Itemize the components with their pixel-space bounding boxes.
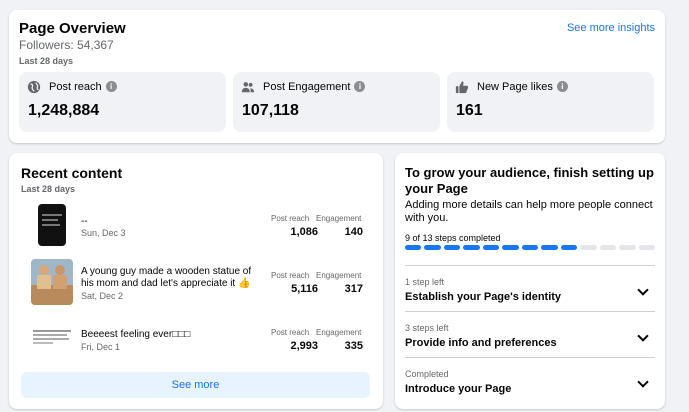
progress-segment-complete	[424, 245, 441, 250]
stat-new-page-likes[interactable]: New Page likes i 161	[447, 72, 654, 132]
post-title: Beeeest feeling ever□□□	[81, 329, 191, 340]
see-more-insights-link[interactable]: See more insights	[567, 22, 655, 34]
post-thumbnail[interactable]	[31, 316, 73, 362]
post-date: Sat, Dec 2	[81, 291, 124, 301]
step-provide-info[interactable]: 3 steps left Provide info and preference…	[405, 311, 655, 357]
post-title: A young guy made a wooden statue of his …	[81, 266, 252, 289]
progress-segment-complete	[443, 245, 461, 250]
progress-segment-complete	[521, 245, 539, 250]
setup-title: To grow your audience, finish setting up…	[405, 165, 654, 196]
engagement-label: Engagement	[316, 328, 362, 337]
people-icon	[241, 82, 255, 93]
stat-value: 107,118	[242, 102, 299, 119]
post-reach-value: 2,993	[290, 340, 318, 352]
progress-segment-complete	[541, 245, 558, 250]
engagement-value: 140	[344, 226, 363, 238]
post-date: Sun, Dec 3	[81, 228, 126, 238]
step-name: Introduce your Page	[405, 383, 512, 395]
phone-screenshot-image	[38, 204, 66, 246]
page-overview-card: Page Overview Followers: 54,367 Last 28 …	[9, 10, 665, 143]
setup-subtitle: Adding more details can help more people…	[405, 199, 653, 224]
info-icon[interactable]: i	[556, 81, 568, 92]
post-item[interactable]: Beeeest feeling ever□□□ Fri, Dec 1 Post …	[31, 316, 371, 364]
progress-segment-complete	[405, 245, 422, 250]
engagement-label: Engagement	[316, 214, 362, 223]
post-item[interactable]: -- Sun, Dec 3 Post reach 1,086 Engagemen…	[31, 202, 371, 250]
chevron-down-icon[interactable]	[637, 330, 649, 342]
step-status: Completed	[405, 369, 449, 379]
step-introduce-page[interactable]: Completed Introduce your Page	[405, 357, 655, 403]
post-reach-label: Post reach	[271, 328, 310, 337]
post-reach-value: 1,086	[290, 226, 318, 238]
page-setup-card: To grow your audience, finish setting up…	[395, 153, 665, 409]
followers-count: Followers: 54,367	[19, 38, 114, 52]
text-post-image	[33, 330, 71, 332]
step-name: Provide info and preferences	[405, 337, 557, 349]
overview-period: Last 28 days	[19, 56, 74, 66]
step-establish-identity[interactable]: 1 step left Establish your Page's identi…	[405, 265, 655, 311]
engagement-value: 317	[344, 283, 363, 295]
stat-label: New Page likes	[477, 81, 553, 93]
recent-content-period: Last 28 days	[21, 184, 76, 194]
stat-value: 161	[456, 102, 483, 119]
post-thumbnail[interactable]	[31, 202, 73, 248]
stat-label: Post Engagement	[263, 81, 351, 93]
progress-segment-complete	[482, 245, 500, 250]
page-overview-title: Page Overview	[19, 20, 126, 37]
thumbs-up-icon	[455, 81, 469, 94]
post-thumbnail[interactable]	[31, 259, 73, 305]
stat-label: Post reach	[49, 81, 102, 93]
post-title: --	[81, 216, 88, 227]
stat-post-engagement[interactable]: Post Engagement i 107,118	[233, 72, 440, 132]
progress-segment-pending	[619, 245, 636, 250]
progress-segment-pending	[599, 245, 617, 250]
engagement-label: Engagement	[316, 271, 362, 280]
progress-segment-complete	[463, 245, 480, 250]
recent-content-card: Recent content Last 28 days -- Sun, Dec …	[9, 153, 383, 409]
recent-content-title: Recent content	[21, 165, 123, 181]
stat-value: 1,248,884	[28, 102, 100, 119]
engagement-value: 335	[344, 340, 363, 352]
post-reach-label: Post reach	[271, 214, 310, 223]
progress-segment-complete	[560, 245, 578, 250]
post-date: Fri, Dec 1	[81, 342, 121, 352]
progress-label: 9 of 13 steps completed	[405, 233, 501, 243]
post-reach-value: 5,116	[291, 283, 318, 295]
globe-icon	[27, 80, 41, 94]
info-icon[interactable]: i	[105, 81, 117, 92]
progress-segment-pending	[638, 245, 656, 250]
post-item[interactable]: A young guy made a wooden statue of his …	[31, 259, 371, 307]
chevron-down-icon[interactable]	[637, 376, 649, 388]
see-more-button[interactable]: See more	[21, 372, 370, 398]
progress-segment-pending	[580, 245, 597, 250]
info-icon[interactable]: i	[354, 81, 366, 92]
step-status: 1 step left	[405, 277, 445, 287]
step-status: 3 steps left	[405, 323, 449, 333]
post-reach-label: Post reach	[271, 271, 310, 280]
chevron-down-icon[interactable]	[637, 284, 649, 296]
setup-progress-bar	[405, 245, 656, 251]
stat-post-reach[interactable]: Post reach i 1,248,884	[19, 72, 226, 132]
step-name: Establish your Page's identity	[405, 291, 562, 303]
progress-segment-complete	[502, 245, 519, 250]
